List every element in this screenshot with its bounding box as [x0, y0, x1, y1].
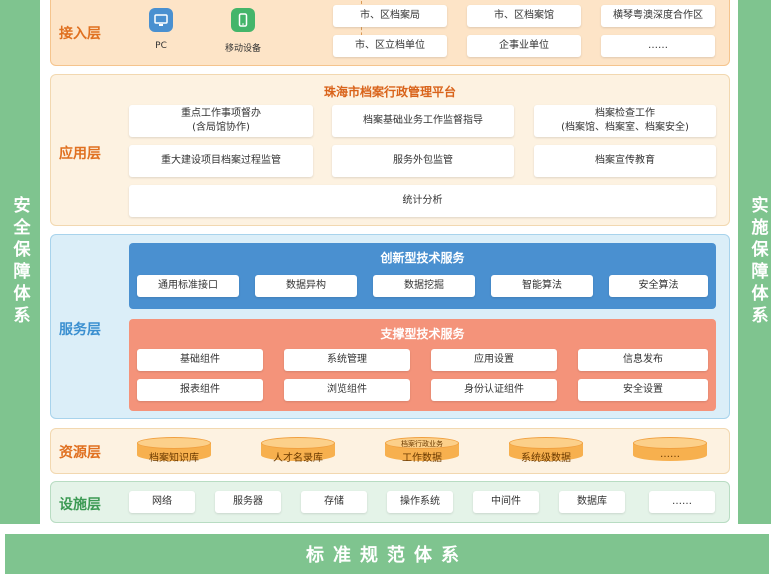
innovative-tech-title: 创新型技术服务	[380, 251, 465, 265]
infra-item: 中间件	[473, 491, 539, 513]
support-item: 基础组件	[137, 349, 263, 371]
implementation-guarantee-label: 实施保障体系	[747, 196, 768, 328]
infra-item: 数据库	[559, 491, 625, 513]
innovative-tech-panel: 创新型技术服务 通用标准接口 数据异构 数据挖掘 智能算法 安全算法	[129, 243, 716, 309]
innovative-item: 安全算法	[609, 275, 708, 297]
mobile-device-icon	[231, 8, 255, 32]
support-item: 应用设置	[431, 349, 557, 371]
app-module: 档案宣传教育	[534, 145, 716, 177]
infra-item: 操作系统	[387, 491, 453, 513]
access-unit: 市、区档案馆	[467, 5, 581, 27]
security-guarantee-label: 安全保障体系	[9, 196, 30, 328]
innovative-item: 数据异构	[255, 275, 357, 297]
support-tech-title: 支撑型技术服务	[380, 327, 465, 341]
access-unit: 市、区立档单位	[333, 35, 447, 57]
database-cylinder: 系统级数据	[509, 437, 583, 467]
security-guarantee-system: 安全保障体系	[0, 0, 40, 524]
infra-item: 网络	[129, 491, 195, 513]
infra-item: 服务器	[215, 491, 281, 513]
innovative-item: 数据挖掘	[373, 275, 475, 297]
database-cylinder: 人才名录库	[261, 437, 335, 467]
resource-layer: 资源层 档案知识库 人才名录库 档案行政业务 工作数据 系统级数据 ……	[50, 428, 730, 474]
pc-label: PC	[155, 41, 167, 51]
database-cylinder: ……	[633, 437, 707, 467]
application-layer: 应用层 珠海市档案行政管理平台 重点工作事项督办 (含局馆协作) 档案基础业务工…	[50, 74, 730, 226]
innovative-item: 通用标准接口	[137, 275, 239, 297]
access-unit: 市、区档案局	[333, 5, 447, 27]
innovative-item: 智能算法	[491, 275, 593, 297]
support-item: 安全设置	[578, 379, 708, 401]
platform-title: 珠海市档案行政管理平台	[323, 85, 456, 99]
access-unit: 横琴粤澳深度合作区	[601, 5, 715, 27]
app-module: 档案检查工作 (档案馆、档案室、档案安全)	[534, 105, 716, 137]
application-layer-title: 应用层	[59, 146, 101, 162]
service-layer-title: 服务层	[59, 322, 101, 338]
resource-layer-title: 资源层	[59, 445, 101, 461]
support-tech-panel: 支撑型技术服务 基础组件 系统管理 应用设置 信息发布 报表组件 浏览组件 身份…	[129, 319, 716, 411]
app-module: 重大建设项目档案过程监管	[129, 145, 313, 177]
infrastructure-layer-title: 设施层	[59, 497, 101, 513]
support-item: 浏览组件	[284, 379, 410, 401]
access-unit: ……	[601, 35, 715, 57]
app-module: 档案基础业务工作监督指导	[332, 105, 514, 137]
standards-system-bar: 标准规范体系	[5, 534, 769, 574]
support-item: 信息发布	[578, 349, 708, 371]
support-item: 身份认证组件	[431, 379, 557, 401]
access-unit: 企事业单位	[467, 35, 581, 57]
database-cylinder: 档案行政业务 工作数据	[385, 437, 459, 467]
app-module: 重点工作事项督办 (含局馆协作)	[129, 105, 313, 137]
service-layer: 服务层 创新型技术服务 通用标准接口 数据异构 数据挖掘 智能算法 安全算法 支…	[50, 234, 730, 419]
implementation-guarantee-system: 实施保障体系	[738, 0, 771, 524]
access-layer-title: 接入层	[59, 26, 101, 42]
support-item: 报表组件	[137, 379, 263, 401]
mobile-device-label: 移动设备	[224, 44, 261, 54]
database-cylinder: 档案知识库	[137, 437, 211, 467]
support-item: 系统管理	[284, 349, 410, 371]
infra-item: 存储	[301, 491, 367, 513]
app-module: 服务外包监管	[332, 145, 514, 177]
access-layer: 接入层 PC 移动设备 市、区档案局 市、区档案馆 横琴粤澳深度合作区 市、区立…	[50, 0, 730, 66]
pc-icon	[149, 8, 173, 32]
infrastructure-layer: 设施层 网络 服务器 存储 操作系统 中间件 数据库 ……	[50, 481, 730, 523]
infra-item: ……	[649, 491, 715, 513]
statistical-analysis: 统计分析	[129, 185, 716, 217]
